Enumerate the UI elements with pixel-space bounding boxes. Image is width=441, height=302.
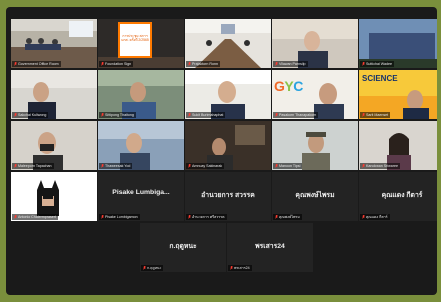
- participant-tile[interactable]: Thaweesak Yod: [98, 121, 184, 170]
- microphone-muted-icon: [275, 215, 278, 219]
- participant-name-label: คุณพงษ์ไพรม: [273, 214, 302, 220]
- microphone-muted-icon: [230, 266, 233, 270]
- participant-display-name: คุณพงษ์ไพรม: [295, 192, 335, 199]
- participant-name: Antonio Chalermprasert: [18, 215, 56, 219]
- microphone-muted-icon: [275, 62, 278, 66]
- microphone-muted-icon: [362, 62, 365, 66]
- participant-name: Prajaktorn Ronn: [192, 62, 218, 66]
- microphone-muted-icon: [101, 113, 104, 117]
- participant-name-label: Manoon Tipsi: [273, 163, 303, 169]
- gyc-logo: GYC: [274, 78, 303, 94]
- participant-name-label: Thaweesak Yod: [99, 163, 133, 169]
- participant-name: Vilawan Parnsilp: [279, 62, 306, 66]
- participant-name-label: Antonio Chalermprasert: [12, 214, 58, 220]
- participant-tile[interactable]: ก.ฤดูหนะ ก.ฤดูหนะ: [140, 223, 226, 272]
- participant-display-name: คุณแดง กีตาร์: [381, 192, 423, 199]
- participant-tile[interactable]: SCIENCE Sarit Maenset: [359, 70, 437, 119]
- participant-tile[interactable]: Suttichai Wadee: [359, 19, 437, 68]
- microphone-muted-icon: [188, 215, 191, 219]
- participant-name: Pasakorn Thanapakorn: [279, 113, 317, 117]
- participant-name: Thaweesak Yod: [105, 164, 131, 168]
- participant-tile[interactable]: Sittipong Thaitong: [98, 70, 184, 119]
- participant-name: คุณพงษ์ไพรม: [279, 215, 300, 219]
- microphone-muted-icon: [14, 62, 17, 66]
- participant-name-label: Sakchai Kuliwong: [12, 112, 49, 118]
- foundation-sign: การประชุม สภาฯ มกส. ครั้งที่ 2/2565: [118, 22, 152, 58]
- participant-name-label: Amnuay Sakinarak: [186, 163, 225, 169]
- participant-name: Amnuay Sakinarak: [192, 164, 223, 168]
- microphone-muted-icon: [188, 62, 191, 66]
- participant-tile[interactable]: อำนวยการ สวรรคอำนวยการ ศรีสวรรค: [185, 172, 271, 221]
- participant-name-label: Sarit Maenset: [360, 112, 391, 118]
- microphone-muted-icon: [275, 164, 278, 168]
- microphone-muted-icon: [14, 164, 17, 168]
- participant-name-label: พรเสาร24: [228, 265, 252, 271]
- participant-tile[interactable]: Pisake Lumbiga... Pisake Lumbigamon: [98, 172, 184, 221]
- participant-name: Manoon Tipsi: [279, 164, 301, 168]
- participant-name: Pisake Lumbigamon: [105, 215, 138, 219]
- participant-name-label: Pisake Lumbigamon: [99, 214, 140, 220]
- participant-name: Suttichai Wadee: [366, 62, 393, 66]
- participant-name-label: Kanokwan Sriwaree: [360, 163, 400, 169]
- participant-tile[interactable]: พรเสาร24 พรเสาร24: [227, 223, 313, 272]
- participant-name: Sukit Burimahaphat: [192, 113, 224, 117]
- participant-display-name: ก.ฤดูหนะ: [169, 243, 197, 250]
- microphone-muted-icon: [101, 215, 104, 219]
- participant-name: Sittipong Thaitong: [105, 113, 134, 117]
- microphone-muted-icon: [14, 215, 17, 219]
- participant-grid: Government Office Room การประชุม สภาฯ มกส…: [6, 7, 437, 295]
- participant-name: อำนวยการ ศรีสวรรค: [192, 215, 225, 219]
- participant-name-label: Sittipong Thaitong: [99, 112, 136, 118]
- participant-name: พรเสาร24: [234, 266, 250, 270]
- participant-name: Government Office Room: [18, 62, 59, 66]
- participant-display-name: พรเสาร24: [255, 243, 285, 250]
- participant-name-label: คุณแดง กีตาร์: [360, 214, 390, 220]
- participant-name: Kanokwan Sriwaree: [366, 164, 398, 168]
- participant-name-label: Sukit Burimahaphat: [186, 112, 226, 118]
- microphone-muted-icon: [14, 113, 17, 117]
- zoom-gallery-window: Government Office Room การประชุม สภาฯ มกส…: [6, 7, 437, 295]
- participant-display-name: อำนวยการ สวรรค: [201, 192, 255, 199]
- participant-name-label: Prajaktorn Ronn: [186, 61, 220, 67]
- participant-tile[interactable]: การประชุม สภาฯ มกส. ครั้งที่ 2/2565 Found…: [98, 19, 184, 68]
- participant-tile[interactable]: คุณแดง กีตาร์ คุณแดง กีตาร์: [359, 172, 437, 221]
- participant-tile[interactable]: Sukit Burimahaphat: [185, 70, 271, 119]
- participant-tile[interactable]: Manoon Tipsi: [272, 121, 358, 170]
- participant-tile[interactable]: GYC Pasakorn Thanapakorn: [272, 70, 358, 119]
- microphone-muted-icon: [362, 215, 365, 219]
- participant-tile[interactable]: Vilawan Parnsilp: [272, 19, 358, 68]
- microphone-muted-icon: [362, 164, 365, 168]
- participant-tile[interactable]: Antonio Chalermprasert: [11, 172, 97, 221]
- microphone-muted-icon: [143, 266, 146, 270]
- participant-tile[interactable]: Amnuay Sakinarak: [185, 121, 271, 170]
- microphone-muted-icon: [101, 164, 104, 168]
- participant-tile[interactable]: Government Office Room: [11, 19, 97, 68]
- participant-name-label: Maleeporn Tapachan: [12, 163, 54, 169]
- participant-name: ก.ฤดูหนะ: [147, 266, 162, 270]
- participant-name: Sarit Maenset: [366, 113, 389, 117]
- microphone-muted-icon: [101, 62, 104, 66]
- participant-name-label: Foundation Sign: [99, 61, 134, 67]
- participant-tile[interactable]: Kanokwan Sriwaree: [359, 121, 437, 170]
- participant-name: Foundation Sign: [105, 62, 132, 66]
- microphone-muted-icon: [188, 113, 191, 117]
- participant-name: คุณแดง กีตาร์: [366, 215, 388, 219]
- microphone-muted-icon: [275, 113, 278, 117]
- participant-name-label: อำนวยการ ศรีสวรรค: [186, 214, 227, 220]
- participant-name-label: Suttichai Wadee: [360, 61, 395, 67]
- participant-tile[interactable]: Prajaktorn Ronn: [185, 19, 271, 68]
- participant-tile[interactable]: คุณพงษ์ไพรม คุณพงษ์ไพรม: [272, 172, 358, 221]
- participant-name-label: ก.ฤดูหนะ: [141, 265, 164, 271]
- participant-name: Sakchai Kuliwong: [18, 113, 47, 117]
- participant-name-label: Government Office Room: [12, 61, 61, 67]
- participant-name: Maleeporn Tapachan: [18, 164, 52, 168]
- microphone-muted-icon: [188, 164, 191, 168]
- participant-name-label: Vilawan Parnsilp: [273, 61, 308, 67]
- participant-name-label: Pasakorn Thanapakorn: [273, 112, 319, 118]
- participant-tile[interactable]: Maleeporn Tapachan: [11, 121, 97, 170]
- participant-display-name: Pisake Lumbiga...: [112, 189, 170, 196]
- microphone-muted-icon: [362, 113, 365, 117]
- science-banner-text: SCIENCE: [362, 74, 398, 83]
- participant-tile[interactable]: Sakchai Kuliwong: [11, 70, 97, 119]
